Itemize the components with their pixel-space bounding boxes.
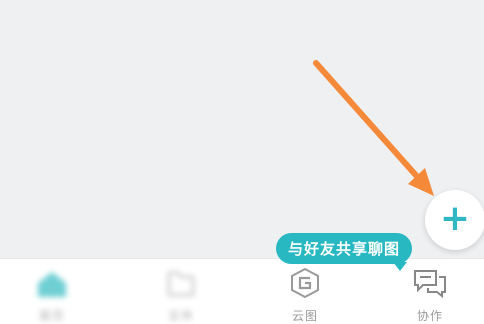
plus-icon: + — [439, 198, 471, 239]
bottom-tab-bar: 首页 文件 云图 协作 — [0, 258, 484, 324]
main-content-area — [0, 0, 484, 258]
share-tooltip: 与好友共享聊图 — [276, 233, 413, 264]
home-icon — [38, 272, 66, 297]
chat-bubbles-icon — [414, 270, 446, 299]
tab-collab-label: 协作 — [416, 309, 443, 323]
share-tooltip-tail — [393, 262, 407, 271]
tab-home-label: 首页 — [38, 309, 65, 323]
add-button[interactable]: + — [425, 190, 484, 250]
cloud-g-icon — [291, 267, 319, 299]
tab-cloud-label: 云图 — [291, 309, 318, 323]
folder-icon — [167, 271, 195, 297]
tab-home[interactable]: 首页 — [12, 259, 92, 324]
tab-files-label: 文件 — [167, 309, 194, 323]
tab-files[interactable]: 文件 — [141, 259, 221, 324]
tab-cloud[interactable]: 云图 — [265, 259, 345, 324]
